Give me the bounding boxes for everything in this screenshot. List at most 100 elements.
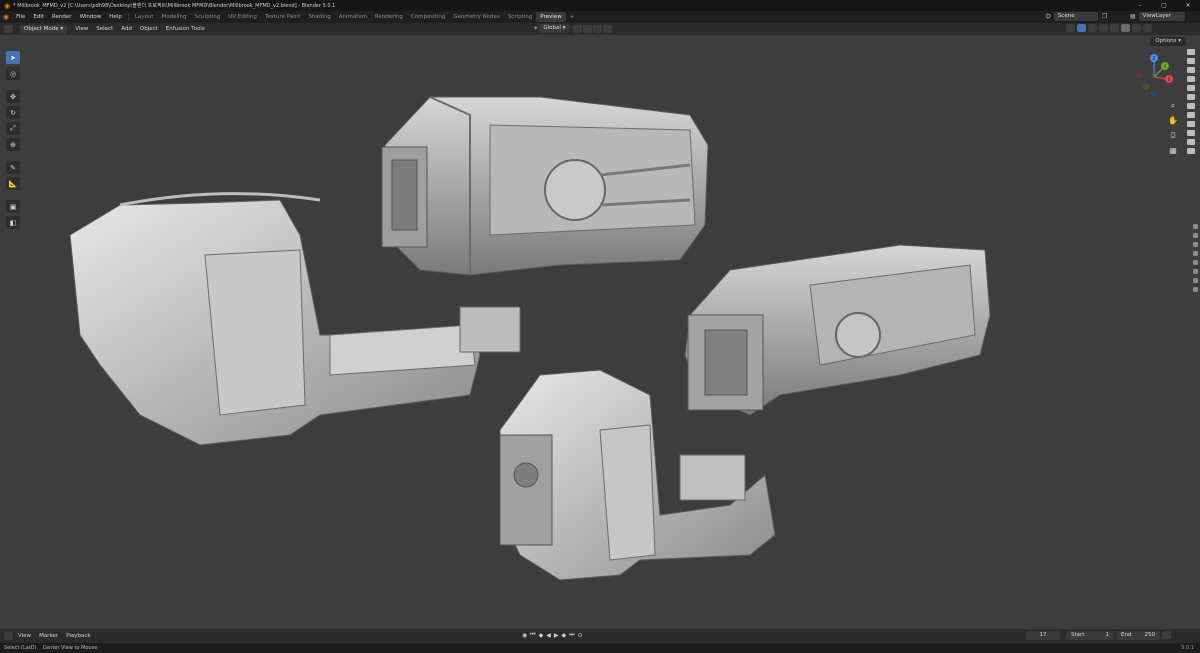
zoom-icon[interactable]: ⌕ [1168, 101, 1178, 111]
jump-end-icon[interactable]: ⏭ [569, 631, 574, 639]
properties-tab-icon[interactable] [1192, 251, 1198, 256]
wireframe-shading-icon[interactable] [1110, 24, 1119, 32]
start-frame-field[interactable]: Start 1 [1066, 631, 1114, 640]
gizmo-toggle-icon[interactable] [1077, 24, 1086, 32]
keying-icon[interactable]: ⊙ [578, 632, 583, 639]
properties-tab-icon[interactable] [1192, 242, 1198, 247]
camera-icon[interactable] [1187, 67, 1195, 73]
workspace-tab-sculpting[interactable]: Sculpting [191, 12, 225, 22]
header-menu-enfusion-tools[interactable]: Enfusion Tools [162, 26, 209, 32]
overlay-icon[interactable] [1088, 24, 1097, 32]
properties-tab-icon[interactable] [1192, 233, 1198, 238]
camera-icon[interactable] [1187, 148, 1195, 154]
play-reverse-icon[interactable]: ◀ [546, 632, 551, 639]
camera-icon[interactable] [1187, 112, 1195, 118]
camera-icon[interactable] [1187, 85, 1195, 91]
jump-start-icon[interactable]: ⏮ [530, 631, 535, 639]
close-button[interactable]: ✕ [1176, 0, 1200, 11]
rendered-shading-icon[interactable] [1143, 24, 1152, 32]
camera-icon[interactable] [1187, 121, 1195, 127]
select-box-icon[interactable]: ➤ [6, 51, 20, 64]
snap-icon[interactable] [583, 24, 593, 33]
3d-viewport[interactable]: ➤ ◎ ✥ ↻ ⤢ ⊕ ✎ 📐 ▣ ◧ Options ▾ Z X Y ⌕ ✋ … [0, 35, 1200, 629]
scene-name-field[interactable]: Scene [1053, 12, 1098, 21]
material-shading-icon[interactable] [1132, 24, 1141, 32]
menu-file[interactable]: File [12, 14, 29, 20]
workspace-tab-texture-paint[interactable]: Texture Paint [261, 12, 305, 22]
add-cube-icon[interactable]: ▣ [6, 200, 20, 213]
record-icon[interactable]: ◉ [522, 632, 527, 639]
end-frame-field[interactable]: End 250 [1116, 631, 1160, 640]
menu-edit[interactable]: Edit [29, 14, 48, 20]
measure-icon[interactable]: 📐 [6, 177, 20, 190]
move-icon[interactable]: ✥ [6, 90, 20, 103]
perspective-toggle-icon[interactable]: ▦ [1168, 146, 1178, 156]
workspace-tab-rendering[interactable]: Rendering [371, 12, 407, 22]
viewlayer-name-field[interactable]: ViewLayer [1138, 12, 1185, 21]
proportional-edit-icon[interactable] [603, 24, 613, 33]
header-menu-object[interactable]: Object [136, 26, 162, 32]
current-frame-field[interactable]: 17 [1026, 631, 1060, 640]
properties-tab-icon[interactable] [1192, 278, 1198, 283]
workspace-tab-preview[interactable]: Preview [536, 12, 566, 22]
menu-window[interactable]: Window [76, 14, 106, 20]
camera-icon[interactable] [1187, 58, 1195, 64]
viewlayer-selector[interactable]: ▤ ViewLayer [1130, 12, 1189, 21]
timeline-menu-playback[interactable]: Playback [62, 633, 95, 639]
maximize-button[interactable]: ▢ [1152, 0, 1176, 11]
pan-hand-icon[interactable]: ✋ [1168, 116, 1178, 126]
camera-icon[interactable] [1187, 139, 1195, 145]
navigation-gizmo[interactable]: Z X Y [1134, 49, 1174, 109]
blender-menu-icon[interactable]: ◉ [0, 13, 12, 21]
workspace-tab-layout[interactable]: Layout [131, 12, 158, 22]
workspace-tab-geometry-nodes[interactable]: Geometry Nodes [449, 12, 503, 22]
pivot-icon[interactable] [573, 24, 583, 33]
properties-tab-icon[interactable] [1192, 224, 1198, 229]
camera-icon[interactable] [1187, 49, 1195, 55]
mode-dropdown[interactable]: Object Mode ▾ [20, 24, 68, 34]
workspace-tab-uv-editing[interactable]: UV Editing [224, 12, 261, 22]
minimize-button[interactable]: – [1128, 0, 1152, 11]
timeline-settings-icon[interactable] [1162, 631, 1171, 639]
next-keyframe-icon[interactable]: ◆ [562, 632, 567, 639]
camera-view-icon[interactable]: ⌼ [1168, 131, 1178, 141]
camera-icon[interactable] [1187, 103, 1195, 109]
transform-orientation-dropdown[interactable]: Global ▾ [539, 24, 570, 33]
properties-tab-icon[interactable] [1192, 269, 1198, 274]
workspace-tab-compositing[interactable]: Compositing [407, 12, 449, 22]
editor-type-icon[interactable] [4, 25, 13, 33]
camera-icon[interactable] [1187, 76, 1195, 82]
visibility-icon[interactable] [1066, 24, 1075, 32]
rotate-icon[interactable]: ↻ [6, 106, 20, 119]
properties-tab-icon[interactable] [1192, 287, 1198, 292]
workspace-tab-scripting[interactable]: Scripting [504, 12, 536, 22]
cursor-icon[interactable]: ◎ [6, 67, 20, 80]
add-workspace-button[interactable]: + [566, 12, 579, 22]
timeline-menu-view[interactable]: View [14, 633, 35, 639]
scene-selector[interactable]: ⛭ Scene ❐ [1046, 12, 1107, 21]
timeline-editor-icon[interactable] [4, 632, 13, 640]
scale-icon[interactable]: ⤢ [6, 122, 20, 135]
timeline-menu-marker[interactable]: Marker [35, 633, 62, 639]
camera-icon[interactable] [1187, 130, 1195, 136]
snap-target-icon[interactable] [593, 24, 603, 33]
menu-render[interactable]: Render [48, 14, 76, 20]
new-scene-icon[interactable]: ❐ [1102, 13, 1107, 20]
header-menu-select[interactable]: Select [92, 26, 117, 32]
extrude-icon[interactable]: ◧ [6, 216, 20, 229]
annotate-icon[interactable]: ✎ [6, 161, 20, 174]
options-dropdown[interactable]: Options ▾ [1150, 37, 1186, 46]
prev-keyframe-icon[interactable]: ◆ [539, 632, 544, 639]
transform-icon[interactable]: ⊕ [6, 138, 20, 151]
properties-tab-icon[interactable] [1192, 260, 1198, 265]
camera-icon[interactable] [1187, 94, 1195, 100]
solid-shading-icon[interactable] [1121, 24, 1130, 32]
xray-icon[interactable] [1099, 24, 1108, 32]
menu-help[interactable]: Help [105, 14, 126, 20]
play-icon[interactable]: ▶ [554, 632, 559, 639]
workspace-tab-animation[interactable]: Animation [335, 12, 371, 22]
header-menu-view[interactable]: View [71, 26, 92, 32]
header-menu-add[interactable]: Add [117, 26, 136, 32]
workspace-tab-modeling[interactable]: Modeling [158, 12, 191, 22]
workspace-tab-shading[interactable]: Shading [304, 12, 334, 22]
